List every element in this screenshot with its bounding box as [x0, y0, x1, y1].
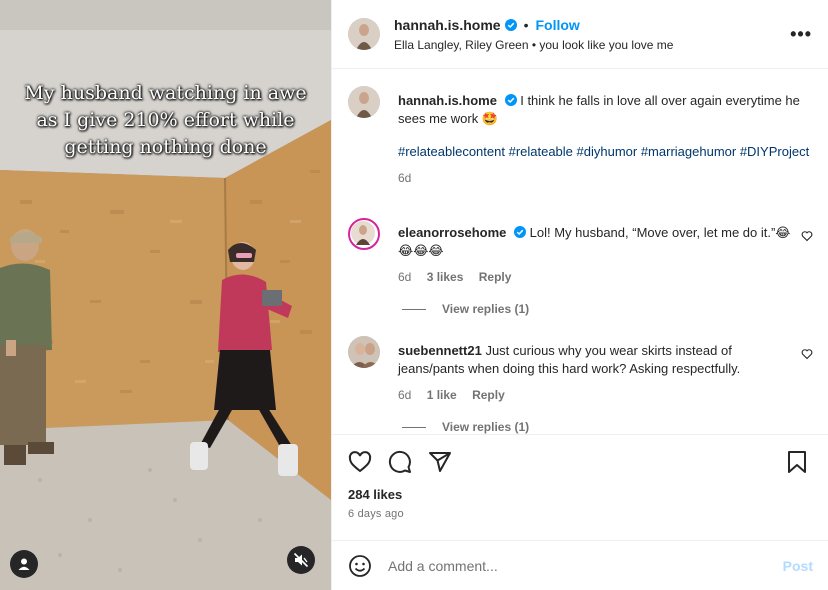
reply-line [402, 426, 426, 428]
hashtags[interactable]: #relateablecontent #relateable #diyhumor… [398, 143, 813, 161]
post-actions: 284 likes 6 days ago [332, 434, 828, 520]
comment-bubble-icon[interactable] [388, 450, 412, 474]
avatar[interactable] [348, 336, 380, 368]
video-panel[interactable]: My husband watching in awe as I give 210… [0, 0, 331, 590]
like-count[interactable]: 284 likes [348, 487, 813, 502]
overlay-line: as I give 210% effort while [36, 109, 295, 131]
comment-likes[interactable]: 3 likes [427, 270, 464, 284]
overlay-line: getting nothing done [64, 136, 267, 158]
verified-badge-icon [514, 226, 526, 238]
comment-input[interactable] [388, 557, 783, 574]
caption-time: 6d [398, 171, 412, 185]
post-sidebar: hannah.is.home • Follow Ella Langley, Ri… [331, 0, 828, 590]
verified-badge-icon [504, 18, 517, 31]
comment-username[interactable]: suebennett21 [398, 343, 482, 358]
video-text-overlay: My husband watching in awe as I give 210… [0, 80, 331, 161]
post-timestamp[interactable]: 6 days ago [348, 508, 813, 520]
like-heart-icon[interactable] [348, 450, 372, 474]
comment-item: suebennett21 Just curious why you wear s… [348, 336, 813, 404]
reply-line [402, 308, 426, 310]
caption-username[interactable]: hannah.is.home [398, 93, 497, 108]
view-replies-label[interactable]: View replies (1) [442, 420, 529, 434]
heart-outline-icon[interactable] [801, 348, 813, 360]
view-replies-label[interactable]: View replies (1) [442, 302, 529, 316]
comment-time: 6d [398, 388, 412, 402]
post-caption: hannah.is.home I think he falls in love … [348, 86, 813, 187]
post-header: hannah.is.home • Follow Ella Langley, Ri… [332, 0, 828, 69]
comment-likes[interactable]: 1 like [427, 388, 457, 402]
comment-time: 6d [398, 270, 412, 284]
avatar[interactable] [348, 86, 380, 118]
tagged-users-button[interactable] [10, 550, 38, 578]
speaker-muted-icon [293, 552, 309, 568]
username-link[interactable]: hannah.is.home [394, 17, 501, 33]
reply-button[interactable]: Reply [479, 270, 512, 284]
overlay-line: My husband watching in awe [24, 82, 307, 104]
reply-button[interactable]: Reply [472, 388, 505, 402]
separator-dot: • [523, 16, 529, 33]
emoji-icon[interactable] [348, 554, 372, 578]
post-viewer: My husband watching in awe as I give 210… [0, 0, 828, 590]
follow-button[interactable]: Follow [535, 17, 579, 33]
view-replies-button[interactable]: View replies (1) [402, 302, 529, 316]
header-text: hannah.is.home • Follow Ella Langley, Ri… [394, 17, 784, 52]
more-options-button[interactable]: ••• [784, 24, 812, 45]
user-circle-icon [18, 558, 30, 570]
mute-button[interactable] [287, 546, 315, 574]
avatar[interactable] [348, 218, 380, 250]
comments-section[interactable]: hannah.is.home I think he falls in love … [332, 70, 828, 434]
add-comment-bar: Post [332, 540, 828, 590]
post-comment-button[interactable]: Post [783, 558, 813, 574]
heart-outline-icon[interactable] [801, 230, 813, 242]
bookmark-icon[interactable] [787, 451, 807, 473]
avatar[interactable] [348, 18, 380, 50]
comment-username[interactable]: eleanorrosehome [398, 225, 506, 240]
comment-item: eleanorrosehome Lol! My husband, “Move o… [348, 218, 813, 286]
verified-badge-icon [504, 94, 517, 106]
audio-link[interactable]: Ella Langley, Riley Green • you look lik… [394, 38, 784, 52]
share-paper-plane-icon[interactable] [428, 450, 452, 474]
view-replies-button[interactable]: View replies (1) [402, 420, 529, 434]
